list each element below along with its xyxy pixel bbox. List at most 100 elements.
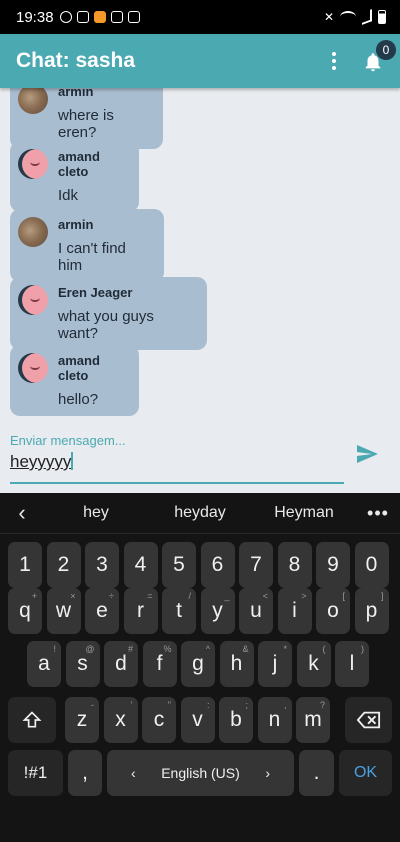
key-hint: , — [283, 700, 287, 710]
key-7[interactable]: 7 — [239, 542, 273, 588]
key-c[interactable]: c " — [142, 697, 176, 743]
more-horiz-icon[interactable]: ••• — [356, 503, 400, 524]
key-o[interactable]: o[ — [316, 588, 350, 634]
key-l[interactable]: l) — [335, 641, 369, 687]
message-input-text: heyyyyy — [10, 452, 72, 471]
key-5[interactable]: 5 — [162, 542, 196, 588]
space-key[interactable]: ‹ English (US) › — [107, 750, 294, 796]
message-bubble: amand cleto hello? — [10, 345, 139, 416]
key-a[interactable]: a! — [27, 641, 61, 687]
app-bar: Chat: sasha 0 — [0, 34, 400, 88]
notification-badge: 0 — [376, 40, 396, 60]
key-z[interactable]: z- — [65, 697, 99, 743]
key-j[interactable]: j * — [258, 641, 292, 687]
key-hint: / — [188, 591, 191, 601]
key-label: 1 — [19, 553, 31, 576]
key-9[interactable]: 9 — [316, 542, 350, 588]
key-p[interactable]: p] — [354, 588, 389, 634]
key-2[interactable]: 2 — [46, 542, 81, 588]
key-d[interactable]: d # — [104, 641, 138, 687]
key-hint: ] — [380, 591, 384, 601]
message-bubble: amand cleto Idk — [10, 141, 139, 212]
shift-icon — [22, 711, 42, 728]
key-hint: % — [163, 644, 172, 654]
key-hint: ^ — [205, 644, 210, 654]
message-text: hello? — [58, 391, 99, 408]
key-hint: > — [301, 591, 307, 601]
key-hint: ? — [319, 700, 325, 710]
key-hint: [ — [342, 591, 345, 601]
suggestion-3[interactable]: Heyman — [252, 504, 356, 522]
screenshot-icon — [76, 11, 89, 23]
message-composer: Enviar mensagem... heyyyyy — [0, 422, 400, 493]
key-h[interactable]: h & — [219, 641, 254, 687]
key-hint: = — [147, 591, 153, 601]
key-g[interactable]: g ^ — [181, 641, 215, 687]
key-u[interactable]: u < — [239, 588, 273, 634]
send-icon[interactable] — [354, 442, 380, 466]
key-4[interactable]: 4 — [123, 542, 158, 588]
key-0[interactable]: 0 — [354, 542, 389, 588]
keyboard-icon — [110, 11, 123, 23]
key-hint: < — [262, 591, 268, 601]
key-e[interactable]: e ÷ — [85, 588, 119, 634]
key-hint: * — [283, 644, 287, 654]
wifi-icon — [340, 11, 356, 23]
key-3[interactable]: 3 — [85, 542, 119, 588]
avatar — [18, 353, 48, 383]
key-hint: " — [167, 700, 171, 710]
message-input[interactable]: heyyyyy — [10, 452, 73, 472]
message-sender: Eren Jeager — [58, 285, 133, 300]
avatar — [18, 217, 48, 247]
message-bubble: Eren Jeager what you guys want? — [10, 277, 207, 350]
key-y[interactable]: y _ — [200, 588, 235, 634]
key-r[interactable]: r = — [123, 588, 158, 634]
key-k[interactable]: k( — [296, 641, 331, 687]
symbols-key[interactable]: !#1 — [8, 750, 63, 796]
key-x[interactable]: x ' — [103, 697, 138, 743]
key-label: 3 — [96, 553, 108, 576]
comma-key[interactable]: , — [68, 750, 102, 796]
suggestion-1[interactable]: hey — [44, 504, 148, 522]
ok-key[interactable]: OK — [339, 750, 392, 796]
key-label: 7 — [250, 553, 262, 576]
keyboard-language: English (US) — [161, 765, 240, 781]
signal-icon — [362, 9, 372, 25]
more-vert-icon[interactable] — [324, 52, 344, 70]
key-n[interactable]: n, — [257, 697, 292, 743]
minus-circle-icon — [59, 11, 72, 23]
key-label: o — [327, 599, 339, 622]
key-m[interactable]: m? — [296, 697, 330, 743]
backspace-key[interactable] — [345, 697, 392, 743]
period-key[interactable]: . — [299, 750, 334, 796]
key-6[interactable]: 6 — [200, 542, 235, 588]
status-bar: 19:38 ✕ — [0, 0, 400, 34]
key-8[interactable]: 8 — [277, 542, 312, 588]
message-text: Idk — [58, 187, 79, 204]
key-hint: @ — [85, 644, 95, 654]
key-label: w — [55, 599, 72, 622]
key-1[interactable]: 1 — [8, 542, 42, 588]
notifications-button[interactable]: 0 — [362, 40, 396, 74]
message-sender: amand cleto — [58, 353, 100, 383]
avatar — [18, 88, 48, 114]
image-icon — [127, 11, 140, 23]
key-label: r — [137, 599, 144, 622]
key-q[interactable]: q + — [8, 588, 42, 634]
key-w[interactable]: w × — [46, 588, 81, 634]
key-hint: # — [127, 644, 133, 654]
key-t[interactable]: t / — [162, 588, 196, 634]
shift-key[interactable] — [8, 697, 56, 743]
key-hint: ; — [245, 700, 248, 710]
chevron-left-icon[interactable]: ‹ — [0, 500, 44, 526]
message-bubble: armin where is eren? — [10, 88, 163, 149]
key-b[interactable]: b; — [219, 697, 253, 743]
suggestion-2[interactable]: heyday — [148, 504, 252, 522]
key-v[interactable]: v: — [180, 697, 215, 743]
key-label: 0 — [365, 553, 378, 576]
key-f[interactable]: f% — [142, 641, 177, 687]
key-i[interactable]: i > — [277, 588, 312, 634]
key-label: 9 — [327, 553, 339, 576]
key-s[interactable]: s @ — [65, 641, 100, 687]
key-label: u — [250, 599, 262, 622]
